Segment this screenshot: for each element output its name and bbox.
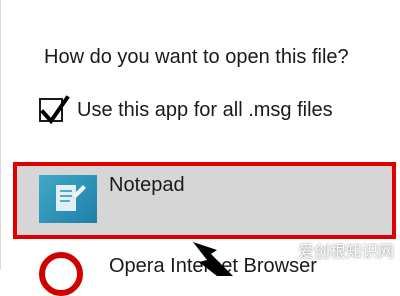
opera-icon bbox=[39, 252, 83, 296]
checkmark-icon bbox=[40, 95, 70, 125]
always-use-checkbox-label: Use this app for all .msg files bbox=[77, 98, 333, 121]
open-with-dialog: How do you want to open this file? Use t… bbox=[0, 0, 400, 296]
selection-highlight bbox=[13, 162, 396, 239]
always-use-checkbox-row[interactable]: Use this app for all .msg files bbox=[39, 95, 333, 125]
always-use-checkbox[interactable] bbox=[39, 95, 70, 125]
watermark-text: 爱创根知识网 bbox=[297, 244, 394, 261]
pointer-arrow-icon bbox=[193, 242, 233, 276]
dialog-title: How do you want to open this file? bbox=[44, 46, 349, 68]
